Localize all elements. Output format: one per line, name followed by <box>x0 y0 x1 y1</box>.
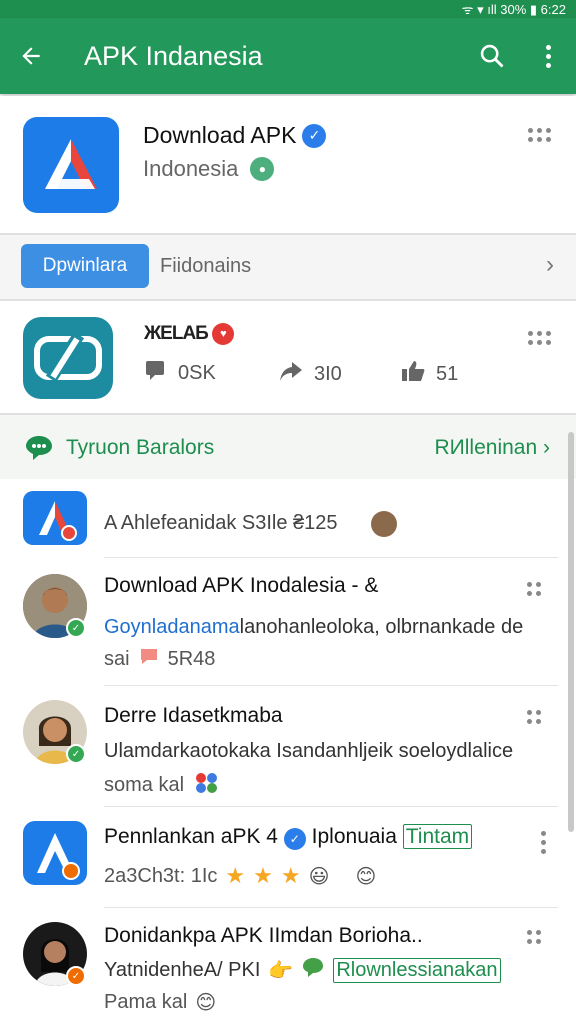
heart-icon: ♥ <box>211 323 234 345</box>
emoji-icon: 😊 <box>195 992 217 1014</box>
online-badge-icon: ✓ <box>66 744 86 764</box>
online-badge-icon: ✓ <box>66 618 86 638</box>
more-options-icon[interactable] <box>527 710 541 724</box>
status-text: ᯤ ▾ ıll 30% ▮ 6:22 <box>461 2 566 17</box>
featured-app-name: Download APK <box>143 122 297 148</box>
list-item-meta: 2a3Ch3t: 1Ic ★ ★ ★ 😃 😊 <box>104 863 376 889</box>
list-item-title-tail: Iplonuaia <box>311 825 397 848</box>
list-item-title: Derre Idasetkmaba <box>104 704 283 727</box>
overflow-menu-icon[interactable] <box>520 18 576 94</box>
emoji-icon: 😊 <box>355 865 377 888</box>
list-item-body-blue: Goynladanama <box>104 616 240 638</box>
emoji-icon: 😃 <box>308 865 330 888</box>
verified-badge-icon: ✓ <box>302 123 327 148</box>
more-options-icon[interactable] <box>541 831 546 854</box>
more-options-icon[interactable] <box>528 128 551 142</box>
featured-subtitle-row: Indonesia ● <box>143 156 275 182</box>
chevron-right-icon: › <box>543 436 550 459</box>
list-item[interactable]: Pennlankan aPK 4 ✓ Iplonuaia Tintam 2a3C… <box>0 807 576 907</box>
back-arrow-icon[interactable] <box>0 18 62 94</box>
list-item-body-text: lanohanleoloka, olbrnankade de <box>239 616 524 638</box>
stat-value: 51 <box>436 362 459 385</box>
back-arrow-svg <box>22 47 40 65</box>
meta-text: soma kal <box>104 773 185 796</box>
search-icon[interactable] <box>464 18 520 94</box>
list-item[interactable]: A Ahlefeanidak S3Ile ₴125 <box>0 481 576 557</box>
featured-name-row: Download APK ✓ <box>143 122 327 149</box>
chat-icon: ● <box>250 157 275 181</box>
apk-app-icon <box>23 117 119 213</box>
star-icon: ★ <box>225 863 246 888</box>
featured-subtitle: Indonesia <box>143 156 239 181</box>
list-item[interactable]: ✓ Download APK Inodalesia - & Goynladana… <box>0 558 576 685</box>
green-chat-icon <box>301 956 325 984</box>
list-item-tag: Rlownlessianakan <box>333 957 501 983</box>
list-item-title: A Ahlefeanidak S3Ile ₴125 <box>104 512 338 534</box>
meta-text: sai <box>104 647 130 670</box>
shapes-icon <box>192 770 222 800</box>
star-icon: ★ <box>280 863 301 888</box>
list-item-title: Donidankpa APK IImdan Borioha.. <box>104 924 423 947</box>
meta-tag: 5R48 <box>167 647 216 670</box>
list-item-tag: Tintam <box>402 824 473 849</box>
chat-red-icon <box>138 646 160 672</box>
tab-second[interactable]: Fiidonains <box>160 255 251 278</box>
apk-app-icon <box>23 821 87 885</box>
section-title: Tyruon Baralors <box>66 436 215 459</box>
featured2-name-row: ЖЕLAБ ♥ <box>144 323 234 345</box>
list-item-title: Download APK Inodalesia - & <box>104 574 379 597</box>
list-item-meta: sai 5R48 <box>104 646 215 672</box>
share-icon <box>278 359 304 389</box>
apk-app-icon <box>23 491 87 545</box>
featured-app-card-2[interactable]: ЖЕLAБ ♥ 0SK 3I0 51 <box>0 301 576 413</box>
list-item[interactable]: ✓ Donidankpa APK IImdan Borioha.. Yatnid… <box>0 908 576 1024</box>
verified-badge-icon: ✓ <box>283 828 306 850</box>
list-item-body: Goynladanamalanohanleoloka, olbrnankade … <box>104 616 523 639</box>
teal-app-icon <box>23 317 113 399</box>
filter-tabs: Dpwinlara Fiidonains › <box>0 235 576 299</box>
chat-bubble-icon <box>24 433 54 461</box>
app-bar: APK Indanesia <box>0 18 576 94</box>
featured2-name: ЖЕLAБ <box>144 323 209 344</box>
stat-value: 3I0 <box>314 362 342 385</box>
more-options-icon[interactable] <box>528 331 551 345</box>
list-item-title-row: Pennlankan aPK 4 ✓ Iplonuaia Tintam <box>104 824 473 850</box>
online-badge-icon: ✓ <box>66 966 86 986</box>
app-bar-title: APK Indanesia <box>84 40 263 71</box>
see-all-label: RИlleninan <box>434 436 538 459</box>
see-all-link[interactable]: RИlleninan › <box>435 436 551 460</box>
list-item-body: Ulamdarkaotokaka Isandanhljeik soeloydla… <box>104 740 514 762</box>
status-bar: ᯤ ▾ ıll 30% ▮ 6:22 <box>0 0 576 18</box>
featured-app-card[interactable]: Download APK ✓ Indonesia ● <box>0 96 576 233</box>
stat-shares: 3I0 <box>278 359 342 389</box>
thumb-icon: 👉 <box>268 959 294 982</box>
list-item-title: Pennlankan aPK 4 <box>104 825 278 848</box>
star-icon: ★ <box>253 863 273 888</box>
stat-value: 0SK <box>178 361 216 384</box>
small-avatar <box>371 511 397 537</box>
tab-download[interactable]: Dpwinlara <box>21 244 149 288</box>
scrollbar[interactable] <box>568 432 574 832</box>
like-icon <box>400 359 426 389</box>
chevron-right-icon[interactable]: › <box>546 251 554 279</box>
meta-text: 2a3Ch3t: 1Ic <box>104 864 218 887</box>
list-item-body: YatnidenheA/ PKI 👉 Rlownlessianakan <box>104 956 501 984</box>
list-item-body-text: YatnidenheA/ PKI <box>104 958 261 981</box>
stat-likes: 51 <box>400 359 458 389</box>
stat-comments: 0SK <box>144 359 216 387</box>
comment-icon <box>144 359 168 387</box>
list-item-meta: soma kal <box>104 770 222 800</box>
meta-text: Pama kal <box>104 991 188 1013</box>
section-header: Tyruon Baralors RИlleninan › <box>0 415 576 479</box>
list-item[interactable]: ✓ Derre Idasetkmaba Ulamdarkaotokaka Isa… <box>0 686 576 806</box>
list-item-meta: Pama kal 😊 <box>104 990 216 1015</box>
more-options-icon[interactable] <box>527 930 541 944</box>
more-options-icon[interactable] <box>527 582 541 596</box>
